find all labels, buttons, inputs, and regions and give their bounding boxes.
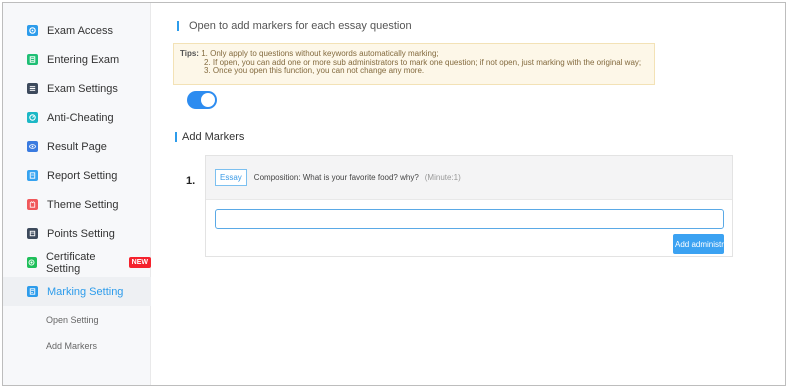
question-card-header: Essay Composition: What is your favorite… — [206, 156, 732, 200]
sidebar-item-label: Certificate Setting — [45, 250, 96, 275]
tips-label: Tips: — [180, 49, 199, 58]
add-markers-title: Add Markers — [182, 131, 245, 143]
sidebar: Exam Access Entering Exam Exam Settings … — [3, 3, 151, 385]
section-marker — [177, 21, 179, 31]
sidebar-item-exam-settings[interactable]: Exam Settings — [3, 74, 151, 103]
tips-line-3: 3. Once you open this function, you can … — [204, 66, 425, 75]
question-number: 1. — [186, 175, 196, 187]
anti-cheating-icon — [27, 112, 38, 123]
sidebar-item-certificate-setting[interactable]: Certificate Setting NEW — [3, 248, 151, 277]
sidebar-item-label: Exam Access — [47, 24, 114, 37]
sidebar-item-label: Theme Setting — [47, 198, 119, 211]
entering-exam-icon — [27, 54, 38, 65]
toggle-knob — [201, 93, 215, 107]
sidebar-item-points-setting[interactable]: Points Setting — [3, 219, 151, 248]
report-setting-icon — [27, 170, 38, 181]
sidebar-item-theme-setting[interactable]: Theme Setting — [3, 190, 151, 219]
section-marker — [175, 132, 177, 142]
sidebar-item-report-setting[interactable]: Report Setting — [3, 161, 151, 190]
sidebar-item-result-page[interactable]: Result Page — [3, 132, 151, 161]
sidebar-item-entering-exam[interactable]: Entering Exam — [3, 45, 151, 74]
sidebar-subitem-open-setting[interactable]: Open Setting — [3, 309, 151, 331]
exam-settings-icon — [27, 83, 38, 94]
sidebar-item-label: Result Page — [47, 140, 107, 153]
add-markers-header: Add Markers — [175, 131, 244, 143]
sidebar-subitem-label: Add Markers — [46, 341, 98, 351]
question-card: Essay Composition: What is your favorite… — [205, 155, 733, 257]
administrator-input[interactable] — [215, 209, 724, 229]
main-content: Open to add markers for each essay quest… — [151, 3, 785, 385]
points-setting-icon — [27, 228, 38, 239]
sidebar-item-label: Exam Settings — [47, 82, 118, 95]
theme-setting-icon — [27, 199, 38, 210]
sidebar-item-label: Anti-Cheating — [47, 111, 114, 124]
question-type-tag: Essay — [215, 169, 247, 186]
open-setting-header: Open to add markers for each essay quest… — [177, 20, 412, 32]
add-administrator-button[interactable]: Add administr — [673, 234, 724, 254]
question-minute: (Minute:1) — [424, 173, 461, 182]
sidebar-item-label: Points Setting — [47, 227, 115, 240]
tips-box: Tips: 1. Only apply to questions without… — [173, 43, 655, 85]
app-window: Exam Access Entering Exam Exam Settings … — [2, 2, 786, 386]
sidebar-item-exam-access[interactable]: Exam Access — [3, 16, 151, 45]
sidebar-item-label: Report Setting — [47, 169, 118, 182]
result-page-icon — [27, 141, 38, 152]
sidebar-item-label: Entering Exam — [47, 53, 120, 66]
sidebar-subitem-add-markers[interactable]: Add Markers — [3, 335, 151, 357]
marking-toggle-switch[interactable] — [187, 91, 217, 109]
sidebar-item-marking-setting[interactable]: Marking Setting — [3, 277, 151, 306]
marking-setting-icon — [27, 286, 38, 297]
question-text: Composition: What is your favorite food?… — [253, 173, 419, 182]
sidebar-item-anti-cheating[interactable]: Anti-Cheating — [3, 103, 151, 132]
new-badge: NEW — [128, 257, 151, 268]
certificate-setting-icon — [27, 257, 37, 268]
sidebar-subitem-label: Open Setting — [46, 315, 99, 325]
exam-access-icon — [27, 25, 38, 36]
sidebar-item-label: Marking Setting — [47, 285, 124, 298]
open-setting-title: Open to add markers for each essay quest… — [189, 20, 412, 32]
